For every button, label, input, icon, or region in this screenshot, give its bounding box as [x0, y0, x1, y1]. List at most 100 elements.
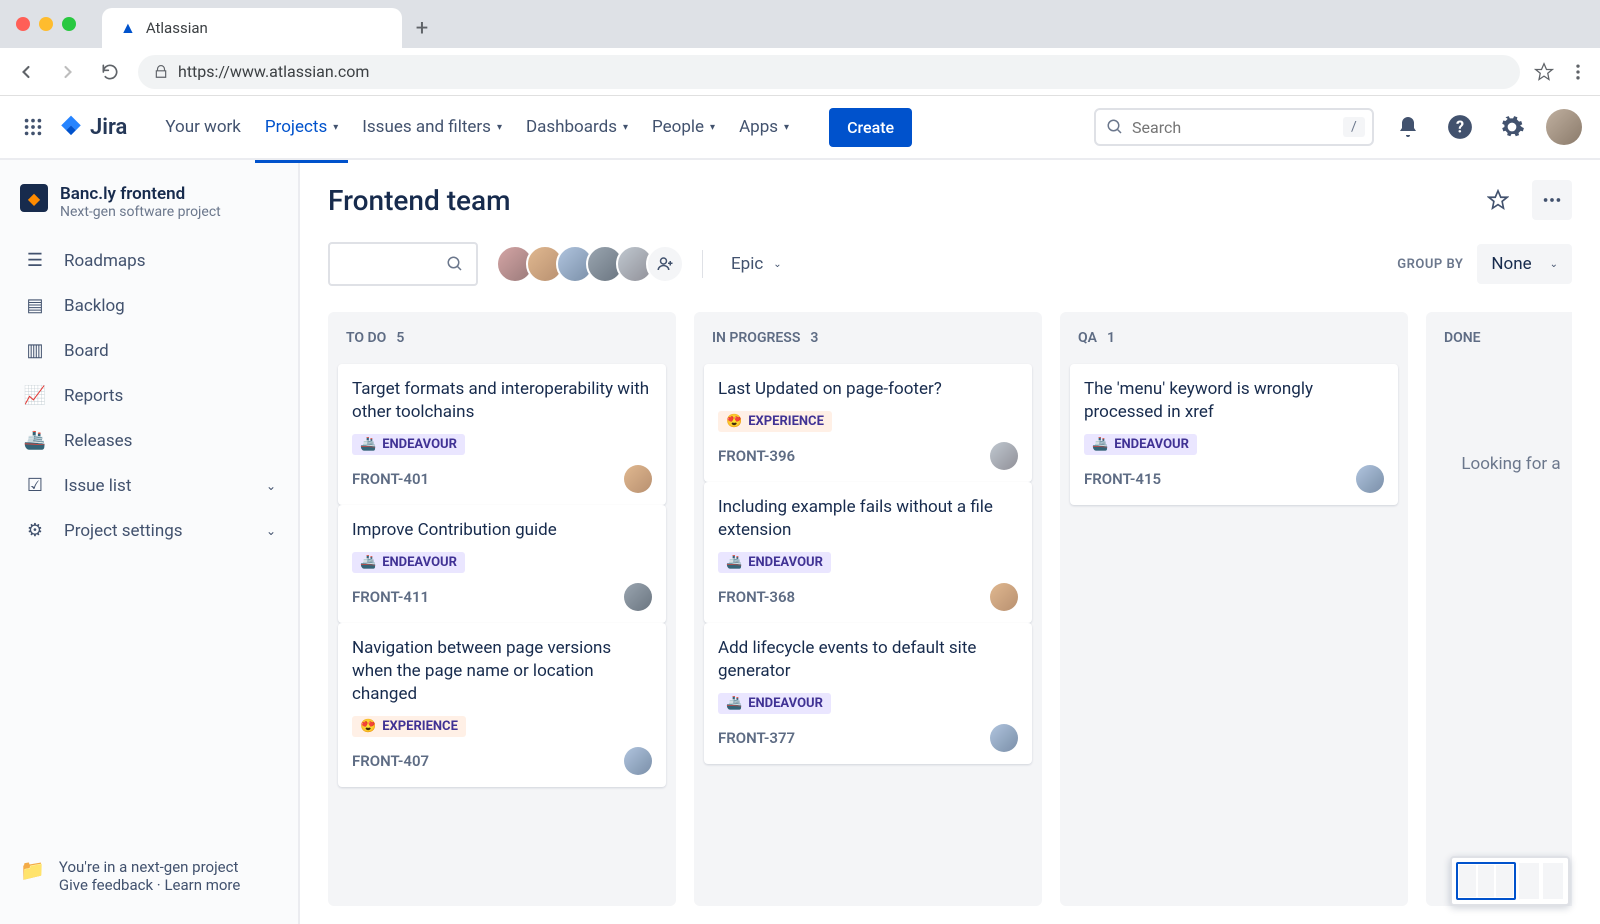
search-input[interactable]: [1132, 118, 1335, 137]
add-people-button[interactable]: [646, 245, 684, 283]
board-search[interactable]: [328, 242, 478, 286]
column-qa: QA 1 The 'menu' keyword is wrongly proces…: [1060, 312, 1408, 906]
jira-logo[interactable]: Jira: [58, 114, 127, 140]
url-text: https://www.atlassian.com: [178, 62, 369, 81]
nav-people[interactable]: People▾: [642, 109, 725, 145]
board-more-button[interactable]: [1532, 180, 1572, 220]
window-controls: [0, 17, 92, 31]
issue-card[interactable]: Target formats and interoperability with…: [338, 364, 666, 505]
browser-tab[interactable]: ▲ Atlassian: [102, 8, 402, 48]
sidebar-item-reports[interactable]: 📈Reports: [10, 375, 288, 416]
gear-icon: ⚙: [22, 520, 48, 541]
learn-more-link[interactable]: Learn more: [164, 876, 240, 894]
epic-badge[interactable]: 🚢ENDEAVOUR: [718, 552, 831, 573]
issue-card[interactable]: Navigation between page versions when th…: [338, 623, 666, 787]
chevron-down-icon: ⌄: [1550, 259, 1558, 270]
browser-toolbar: https://www.atlassian.com: [0, 48, 1600, 96]
notifications-button[interactable]: [1390, 109, 1426, 145]
app-top-nav: Jira Your work Projects▾ Issues and filt…: [0, 96, 1600, 160]
epic-filter[interactable]: Epic ⌄: [721, 248, 792, 280]
nav-apps[interactable]: Apps▾: [729, 109, 799, 145]
column-name: QA: [1078, 330, 1097, 346]
sidebar-item-roadmaps[interactable]: ☰Roadmaps: [10, 240, 288, 281]
assignee-avatar[interactable]: [624, 747, 652, 775]
issue-key: FRONT-401: [352, 470, 429, 488]
browser-menu-icon[interactable]: [1568, 62, 1588, 82]
forward-button[interactable]: [54, 58, 82, 86]
footer-message: You're in a next-gen project: [59, 858, 240, 876]
window-close[interactable]: [16, 17, 30, 31]
assignee-avatar[interactable]: [990, 442, 1018, 470]
column-count: 1: [1107, 330, 1115, 346]
column-count: 5: [396, 330, 404, 346]
issue-card[interactable]: Improve Contribution guide 🚢ENDEAVOUR FR…: [338, 505, 666, 623]
issue-card[interactable]: Including example fails without a file e…: [704, 482, 1032, 623]
address-bar[interactable]: https://www.atlassian.com: [138, 55, 1520, 89]
assignee-avatar[interactable]: [1356, 465, 1384, 493]
epic-badge[interactable]: 😍EXPERIENCE: [718, 411, 832, 432]
create-button[interactable]: Create: [829, 108, 912, 147]
column-count: 3: [810, 330, 818, 346]
epic-badge[interactable]: 🚢ENDEAVOUR: [718, 693, 831, 714]
reload-button[interactable]: [96, 58, 124, 86]
assignee-avatar[interactable]: [624, 465, 652, 493]
svg-text:?: ?: [1456, 117, 1464, 136]
assignee-avatar[interactable]: [990, 583, 1018, 611]
issue-key: FRONT-415: [1084, 470, 1161, 488]
nav-projects[interactable]: Projects▾: [255, 109, 348, 145]
empty-state-text: Looking for a: [1436, 364, 1572, 474]
card-title: The 'menu' keyword is wrongly processed …: [1084, 378, 1384, 424]
assignee-avatar[interactable]: [990, 724, 1018, 752]
issue-card[interactable]: Last Updated on page-footer? 😍EXPERIENCE…: [704, 364, 1032, 482]
assignee-avatar[interactable]: [624, 583, 652, 611]
board-minimap[interactable]: [1450, 856, 1570, 906]
tab-title: Atlassian: [146, 19, 208, 37]
window-maximize[interactable]: [62, 17, 76, 31]
folder-icon: 📁: [20, 858, 45, 894]
issue-card[interactable]: The 'menu' keyword is wrongly processed …: [1070, 364, 1398, 505]
chevron-down-icon: ⌄: [266, 479, 276, 493]
sidebar-item-backlog[interactable]: ▤Backlog: [10, 285, 288, 326]
sidebar-item-board[interactable]: ▥Board: [10, 330, 288, 371]
settings-button[interactable]: [1494, 109, 1530, 145]
chevron-down-icon: ▾: [784, 122, 789, 133]
board-icon: ▥: [22, 340, 48, 361]
app-switcher-button[interactable]: [18, 112, 48, 142]
help-button[interactable]: ?: [1442, 109, 1478, 145]
column-done: DONE Looking for a: [1426, 312, 1572, 906]
global-search[interactable]: /: [1094, 108, 1374, 146]
project-sidebar: ◆ Banc.ly frontend Next-gen software pro…: [0, 160, 300, 924]
lock-icon: [154, 65, 168, 79]
issue-card[interactable]: Add lifecycle events to default site gen…: [704, 623, 1032, 764]
epic-badge[interactable]: 🚢ENDEAVOUR: [352, 434, 465, 455]
new-tab-button[interactable]: +: [402, 8, 442, 48]
star-board-button[interactable]: [1478, 180, 1518, 220]
profile-avatar[interactable]: [1546, 109, 1582, 145]
issue-key: FRONT-377: [718, 729, 795, 747]
epic-badge[interactable]: 🚢ENDEAVOUR: [1084, 434, 1197, 455]
sidebar-item-settings[interactable]: ⚙Project settings⌄: [10, 510, 288, 551]
epic-badge[interactable]: 😍EXPERIENCE: [352, 716, 466, 737]
nav-issues[interactable]: Issues and filters▾: [352, 109, 512, 145]
column-name: TO DO: [346, 330, 386, 346]
sidebar-item-releases[interactable]: 🚢Releases: [10, 420, 288, 461]
group-by-select[interactable]: None ⌄: [1477, 244, 1572, 284]
give-feedback-link[interactable]: Give feedback: [59, 876, 153, 894]
bookmark-star-icon[interactable]: [1534, 62, 1554, 82]
window-minimize[interactable]: [39, 17, 53, 31]
board-title: Frontend team: [328, 184, 511, 217]
nav-your-work[interactable]: Your work: [155, 109, 251, 145]
search-icon: [1106, 118, 1124, 136]
sidebar-item-issue-list[interactable]: ☑Issue list⌄: [10, 465, 288, 506]
sidebar-footer: 📁 You're in a next-gen project Give feed…: [10, 848, 288, 904]
nav-items: Your work Projects▾ Issues and filters▾ …: [155, 109, 799, 145]
search-slash-hint: /: [1343, 117, 1365, 137]
issue-list-icon: ☑: [22, 475, 48, 496]
chevron-down-icon: ▾: [710, 122, 715, 133]
back-button[interactable]: [12, 58, 40, 86]
board-filter-row: Epic ⌄ GROUP BY None ⌄: [328, 242, 1572, 286]
nav-dashboards[interactable]: Dashboards▾: [516, 109, 638, 145]
divider: [702, 250, 703, 278]
project-header[interactable]: ◆ Banc.ly frontend Next-gen software pro…: [10, 180, 288, 240]
epic-badge[interactable]: 🚢ENDEAVOUR: [352, 552, 465, 573]
